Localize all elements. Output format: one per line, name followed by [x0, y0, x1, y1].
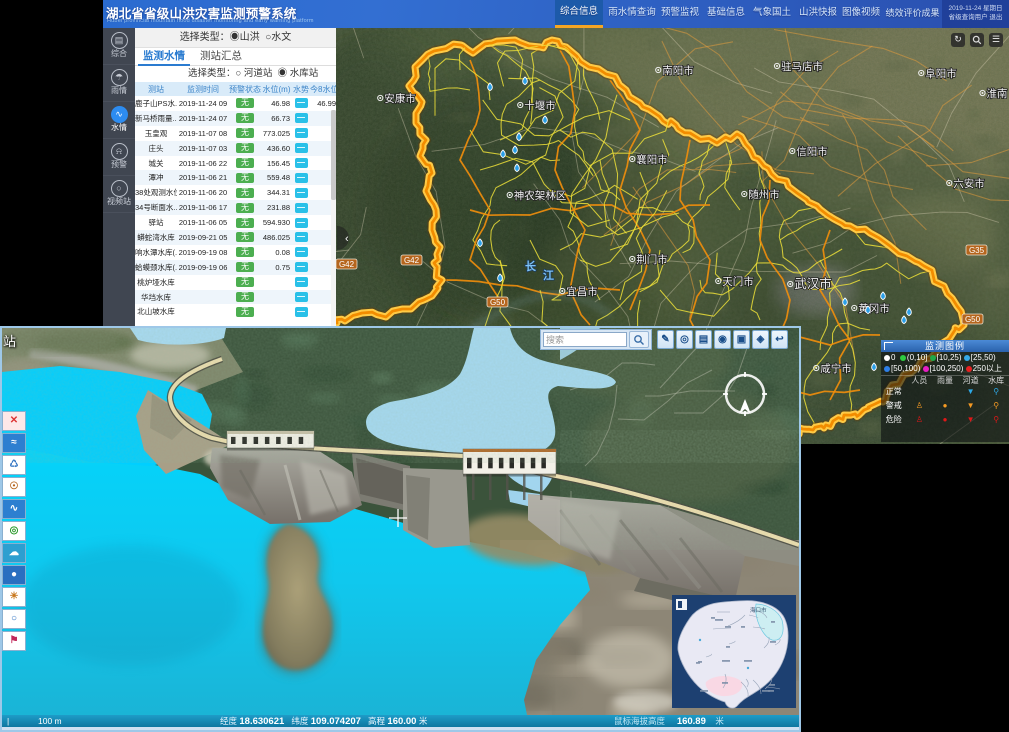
- svg-text:南阳市: 南阳市: [662, 64, 694, 77]
- svg-text:安康市: 安康市: [384, 92, 416, 105]
- svg-text:长: 长: [525, 259, 537, 273]
- svg-text:宜昌市: 宜昌市: [566, 285, 598, 298]
- svg-text:六安市: 六安市: [953, 177, 985, 190]
- svg-text:海口市: 海口市: [750, 606, 767, 614]
- svg-text:信阳市: 信阳市: [796, 145, 828, 158]
- svg-text:G42: G42: [404, 256, 420, 265]
- svg-text:武汉市: 武汉市: [794, 276, 832, 291]
- svg-text:G50: G50: [490, 298, 506, 307]
- svg-text:G42: G42: [339, 260, 355, 269]
- svg-text:驻马店市: 驻马店市: [781, 60, 823, 73]
- svg-text:黄冈市: 黄冈市: [858, 302, 890, 315]
- svg-text:淮南: 淮南: [987, 87, 1008, 100]
- svg-text:‹: ‹: [345, 233, 349, 245]
- svg-text:G35: G35: [969, 246, 985, 255]
- svg-text:荆门市: 荆门市: [636, 253, 668, 266]
- svg-text:十堰市: 十堰市: [524, 99, 556, 112]
- svg-text:随州市: 随州市: [748, 188, 780, 201]
- svg-text:咸宁市: 咸宁市: [820, 362, 852, 375]
- svg-text:天门市: 天门市: [722, 275, 754, 288]
- svg-text:襄阳市: 襄阳市: [636, 153, 668, 166]
- svg-text:G50: G50: [965, 315, 981, 324]
- svg-text:阜阳市: 阜阳市: [925, 67, 957, 80]
- svg-text:江: 江: [543, 268, 554, 282]
- svg-text:神农架林区: 神农架林区: [514, 189, 567, 202]
